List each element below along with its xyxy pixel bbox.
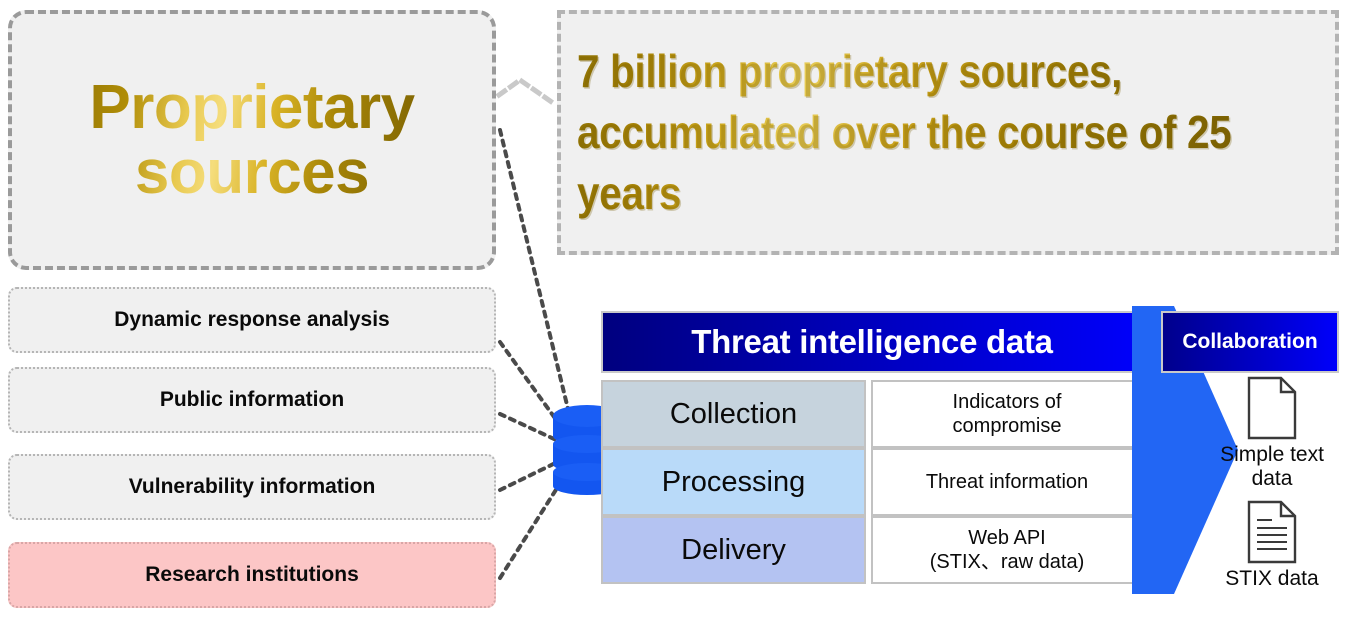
table-detail-cell: Threat information (871, 448, 1143, 516)
output-label-line2: data (1251, 467, 1293, 491)
output-simple-text-data: Simple text data (1192, 376, 1349, 491)
lined-document-icon (1247, 500, 1297, 564)
table-row: Processing Threat information (601, 448, 1143, 516)
table-stage-cell: Processing (601, 448, 866, 516)
callout-leader-line (495, 76, 560, 109)
source-box-label: Research institutions (145, 563, 359, 586)
output-stix-data: STIX data (1192, 500, 1349, 591)
table-row: Delivery Web API (STIX、raw data) (601, 516, 1143, 584)
proprietary-sources-box: Proprietary sources (8, 10, 496, 270)
table-stage-cell: Collection (601, 380, 866, 448)
table-detail-line2: (STIX、raw data) (929, 551, 1085, 573)
table-detail-line1: Threat information (925, 470, 1089, 493)
table-header: Threat intelligence data (601, 311, 1143, 373)
blank-document-icon (1247, 376, 1297, 440)
output-label-line1: STIX data (1225, 567, 1319, 590)
table-detail-cell: Indicators of compromise (871, 380, 1143, 448)
source-box-label: Dynamic response analysis (114, 308, 390, 331)
table-detail-cell: Web API (STIX、raw data) (871, 516, 1143, 584)
callout-text: 7 billion proprietary sources, accumulat… (577, 41, 1244, 223)
source-box-label: Vulnerability information (128, 475, 376, 498)
output-label: Simple text data (1220, 443, 1324, 491)
proprietary-sources-title-line2: sources (134, 138, 370, 207)
callout-box: 7 billion proprietary sources, accumulat… (557, 10, 1339, 255)
collaboration-badge-label: Collaboration (1182, 330, 1318, 353)
threat-intelligence-table: Threat intelligence data Collection Indi… (601, 311, 1143, 586)
source-box-label: Public information (159, 388, 345, 411)
diagram-canvas: Proprietary sources 7 billion proprietar… (0, 0, 1349, 623)
table-detail-line1: Indicators of (952, 390, 1062, 413)
table-stage-cell: Delivery (601, 516, 866, 584)
source-box-vulnerability-information[interactable]: Vulnerability information (8, 454, 496, 520)
collaboration-badge: Collaboration (1161, 311, 1339, 373)
source-box-dynamic-response-analysis[interactable]: Dynamic response analysis (8, 287, 496, 353)
source-box-research-institutions[interactable]: Research institutions (8, 542, 496, 608)
proprietary-sources-title: Proprietary sources (89, 75, 414, 205)
proprietary-sources-title-line1: Proprietary (89, 72, 415, 142)
table-detail-line1: Web API (968, 526, 1046, 549)
output-label: STIX data (1225, 567, 1318, 591)
table-row: Collection Indicators of compromise (601, 380, 1143, 448)
source-box-public-information[interactable]: Public information (8, 367, 496, 433)
table-detail-line2: compromise (952, 415, 1062, 437)
output-label-line1: Simple text (1220, 443, 1324, 466)
